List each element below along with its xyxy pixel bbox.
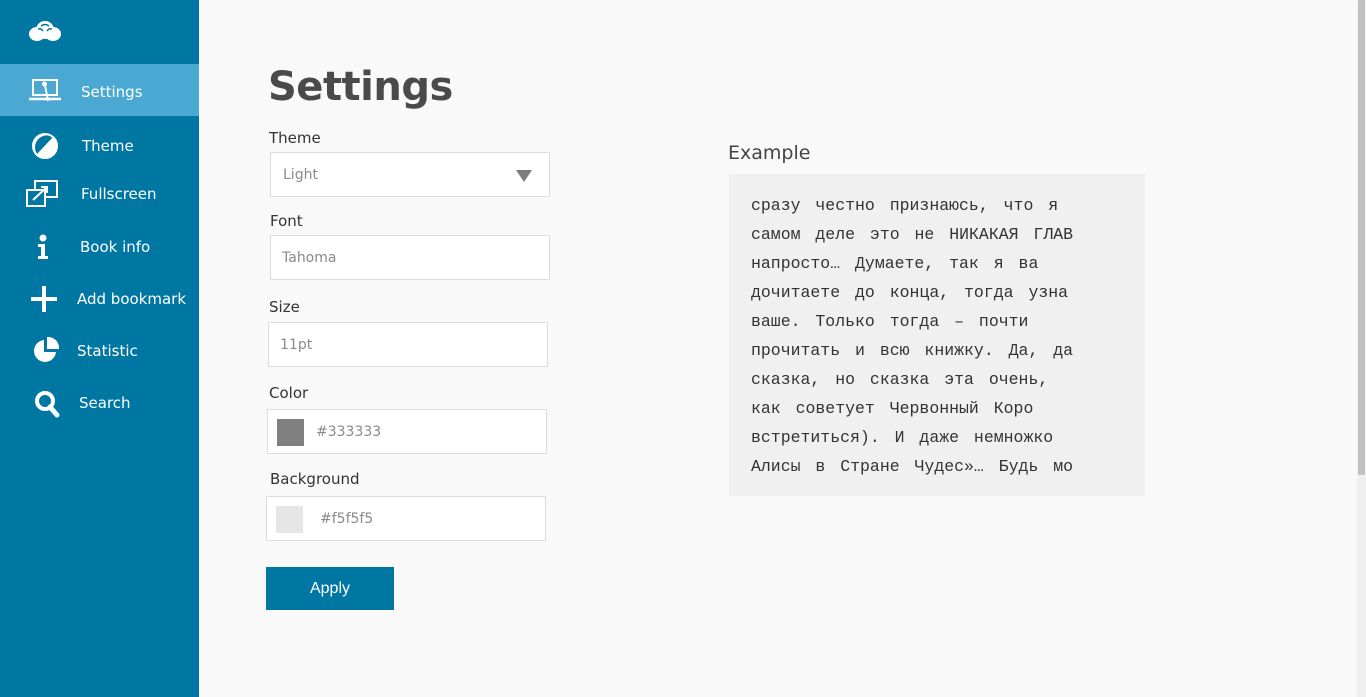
sidebar-item-label: Fullscreen bbox=[81, 185, 157, 203]
scrollbar-thumb[interactable] bbox=[1358, 0, 1365, 475]
chevron-down-icon bbox=[516, 170, 532, 182]
fullscreen-icon bbox=[25, 177, 59, 211]
size-field[interactable]: 11pt bbox=[268, 322, 548, 367]
sidebar-item-settings[interactable]: Settings bbox=[0, 64, 199, 116]
color-label: Color bbox=[269, 384, 309, 402]
theme-select[interactable]: Light bbox=[270, 152, 550, 197]
sidebar-item-theme[interactable]: Theme bbox=[0, 118, 199, 170]
sidebar-item-label: Settings bbox=[81, 83, 143, 101]
plus-icon bbox=[27, 282, 61, 316]
sidebar-item-book-info[interactable]: Book info bbox=[0, 221, 199, 273]
example-line: напросто… Думаете, так я ва bbox=[751, 254, 1039, 273]
example-line: встретиться). И даже немножко bbox=[751, 428, 1054, 447]
background-swatch[interactable] bbox=[276, 506, 303, 533]
apply-button[interactable]: Apply bbox=[266, 567, 394, 610]
color-field[interactable]: #333333 bbox=[267, 409, 547, 454]
theme-value: Light bbox=[283, 167, 318, 183]
example-line: Алисы в Стране Чудес»… Будь мо bbox=[751, 457, 1074, 476]
sidebar-item-fullscreen[interactable]: Fullscreen bbox=[0, 168, 199, 220]
vertical-scrollbar[interactable] bbox=[1357, 0, 1366, 697]
search-icon bbox=[30, 387, 64, 421]
size-label: Size bbox=[269, 298, 300, 316]
example-title: Example bbox=[728, 142, 811, 164]
background-field[interactable]: #f5f5f5 bbox=[266, 496, 546, 541]
sidebar-item-label: Search bbox=[79, 394, 131, 412]
example-text: сразу честно признаюсь, что я самом деле… bbox=[751, 191, 1115, 481]
size-value: 11pt bbox=[280, 337, 313, 353]
example-line: прочитать и всю книжку. Да, да bbox=[751, 341, 1074, 360]
sidebar-item-search[interactable]: Search bbox=[0, 377, 199, 429]
color-value: #333333 bbox=[316, 424, 382, 440]
theme-label: Theme bbox=[269, 129, 321, 147]
sidebar-item-label: Statistic bbox=[77, 342, 138, 360]
sidebar-item-label: Book info bbox=[80, 238, 151, 256]
color-swatch[interactable] bbox=[277, 419, 304, 446]
example-line: ваше. Только тогда – почти bbox=[751, 312, 1029, 331]
font-field[interactable]: Tahoma bbox=[270, 235, 550, 280]
sidebar-item-statistic[interactable]: Statistic bbox=[0, 325, 199, 377]
half-circle-icon bbox=[28, 129, 62, 163]
example-line: как советует Червонный Коро bbox=[751, 399, 1034, 418]
background-value: #f5f5f5 bbox=[320, 511, 374, 527]
cloud-logo-icon[interactable] bbox=[28, 20, 62, 42]
pie-chart-icon bbox=[29, 333, 63, 367]
font-value: Tahoma bbox=[282, 250, 337, 266]
example-line: сразу честно признаюсь, что я bbox=[751, 196, 1059, 215]
font-label: Font bbox=[270, 212, 303, 230]
example-line: самом деле это не НИКАКАЯ ГЛАВ bbox=[751, 225, 1074, 244]
sidebar-item-label: Add bookmark bbox=[77, 290, 187, 308]
sidebar-item-add-bookmark[interactable]: Add bookmark bbox=[0, 273, 199, 325]
info-icon bbox=[26, 230, 60, 264]
laptop-settings-icon bbox=[28, 74, 62, 108]
sidebar-item-label: Theme bbox=[82, 137, 134, 155]
example-line: дочитаете до конца, тогда узна bbox=[751, 283, 1069, 302]
background-label: Background bbox=[270, 470, 360, 488]
example-preview: сразу честно признаюсь, что я самом деле… bbox=[729, 174, 1145, 496]
page-title: Settings bbox=[268, 64, 453, 110]
sidebar: Settings Theme Fullscreen Book info Add … bbox=[0, 0, 199, 697]
example-line: сказка, но сказка эта очень, bbox=[751, 370, 1049, 389]
